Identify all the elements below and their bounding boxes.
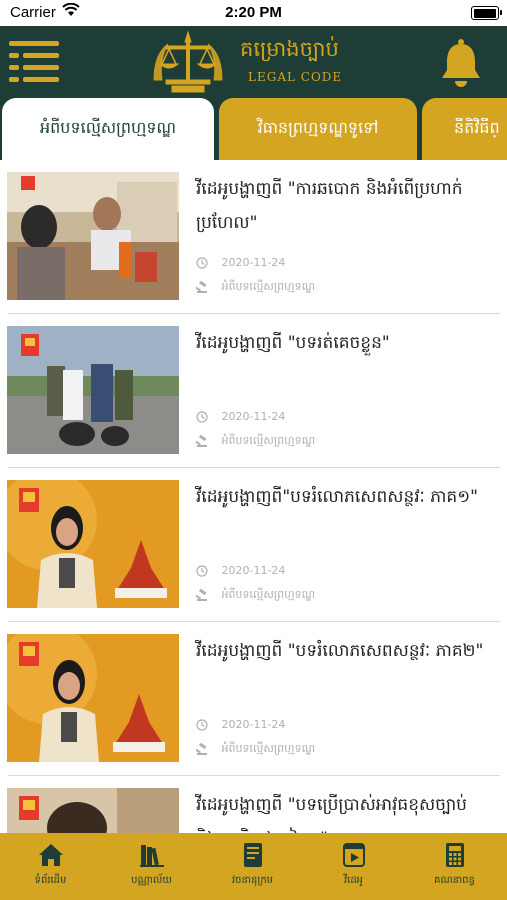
video-title: វីដេអូបង្ហាញពី "ការឆបោក និងអំពើប្រហាក់ប្… [196, 179, 463, 233]
clock-icon [196, 565, 208, 577]
list-item[interactable]: វីដេអូបង្ហាញពី "ការឆបោក និងអំពើប្រហាក់ប្… [0, 160, 507, 314]
nav-tax-calculator[interactable]: គណនាពន្ធ [404, 833, 505, 900]
video-thumbnail[interactable] [7, 172, 179, 300]
menu-icon [9, 41, 59, 82]
clock-icon [196, 411, 208, 423]
video-thumbnail[interactable] [7, 480, 179, 608]
bottom-nav: ទំព័រដើម បណ្ណាល័យ វចនានុក្រម វីដេអូ គណនា… [0, 833, 507, 900]
video-thumbnail[interactable] [7, 634, 179, 762]
nav-dictionary[interactable]: វចនានុក្រម [202, 833, 303, 900]
status-bar: Carrier 2:20 PM [0, 0, 507, 26]
nav-label: គណនាពន្ធ [434, 875, 475, 886]
list-item[interactable]: វីដេអូបង្ហាញពី "បទប្រើប្រាស់អាវុធខុសច្បា… [0, 776, 507, 833]
nav-video[interactable]: វីដេអូ [303, 833, 404, 900]
tab-criminal-offenses[interactable]: អំពីបទល្មើសព្រហ្មទណ្ឌ [2, 98, 214, 160]
nav-label: ទំព័រដើម [34, 875, 67, 886]
menu-button[interactable] [9, 41, 59, 85]
app-subtitle: LEGAL CODE [248, 70, 343, 84]
battery-icon [471, 6, 502, 20]
clock-icon [196, 719, 208, 731]
video-category: អំពីបទល្មើសព្រហ្មទណ្ឌ [194, 280, 315, 296]
clock-icon [196, 257, 208, 269]
video-date: 2020-11-24 [196, 718, 285, 731]
video-title: វីដេអូបង្ហាញពី "បទរត់គេចខ្លួន" [196, 333, 390, 353]
clock: 2:20 PM [225, 4, 282, 21]
gavel-icon [194, 742, 207, 755]
video-list: វីដេអូបង្ហាញពី "ការឆបោក និងអំពើប្រហាក់ប្… [0, 160, 507, 833]
home-icon [38, 844, 63, 866]
justice-emblem-icon [153, 30, 223, 93]
gavel-icon [194, 280, 207, 293]
dictionary-icon [243, 843, 262, 867]
video-title: វីដេអូបង្ហាញពី"បទរំលោភសេពសន្ថវៈ ភាគ១" [196, 487, 478, 507]
nav-library[interactable]: បណ្ណាល័យ [101, 833, 202, 900]
bell-icon [442, 39, 480, 87]
video-title: វីដេអូបង្ហាញពី "បទប្រើប្រាស់អាវុធខុសច្បា… [196, 795, 467, 833]
video-date: 2020-11-24 [196, 410, 285, 423]
category-tabs: អំពីបទល្មើសព្រហ្មទណ្ឌ វិធានព្រហ្មទណ្ឌទូទ… [0, 98, 507, 160]
video-icon [342, 843, 365, 867]
tab-general-criminal-rules[interactable]: វិធានព្រហ្មទណ្ឌទូទៅ [219, 98, 417, 160]
video-thumbnail[interactable] [7, 788, 179, 833]
nav-label: វចនានុក្រម [231, 875, 274, 886]
video-date: 2020-11-24 [196, 256, 285, 269]
app-title: គម្រោងច្បាប់ [240, 37, 339, 61]
tab-procedure[interactable]: នីតិវិធីព្ [422, 98, 507, 160]
video-date: 2020-11-24 [196, 564, 285, 577]
calculator-icon [445, 843, 464, 867]
list-item[interactable]: វីដេអូបង្ហាញពី "បទរំលោភសេពសន្ថវៈ ភាគ២" 2… [0, 622, 507, 776]
video-thumbnail[interactable] [7, 326, 179, 454]
notification-button[interactable] [437, 38, 485, 88]
gavel-icon [194, 588, 207, 601]
nav-label: វីដេអូ [343, 875, 364, 886]
list-item[interactable]: វីដេអូបង្ហាញពី "បទរត់គេចខ្លួន" 2020-11-2… [0, 314, 507, 468]
library-icon [139, 845, 164, 867]
nav-home[interactable]: ទំព័រដើម [0, 833, 101, 900]
list-item[interactable]: វីដេអូបង្ហាញពី"បទរំលោភសេពសន្ថវៈ ភាគ១" 20… [0, 468, 507, 622]
nav-label: បណ្ណាល័យ [131, 875, 172, 886]
video-title: វីដេអូបង្ហាញពី "បទរំលោភសេពសន្ថវៈ ភាគ២" [196, 641, 484, 661]
app-header: គម្រោងច្បាប់ LEGAL CODE អំពីបទល្មើសព្រហ្… [0, 26, 507, 160]
video-category: អំពីបទល្មើសព្រហ្មទណ្ឌ [194, 588, 315, 604]
video-category: អំពីបទល្មើសព្រហ្មទណ្ឌ [194, 742, 315, 758]
gavel-icon [194, 434, 207, 447]
video-category: អំពីបទល្មើសព្រហ្មទណ្ឌ [194, 434, 315, 450]
